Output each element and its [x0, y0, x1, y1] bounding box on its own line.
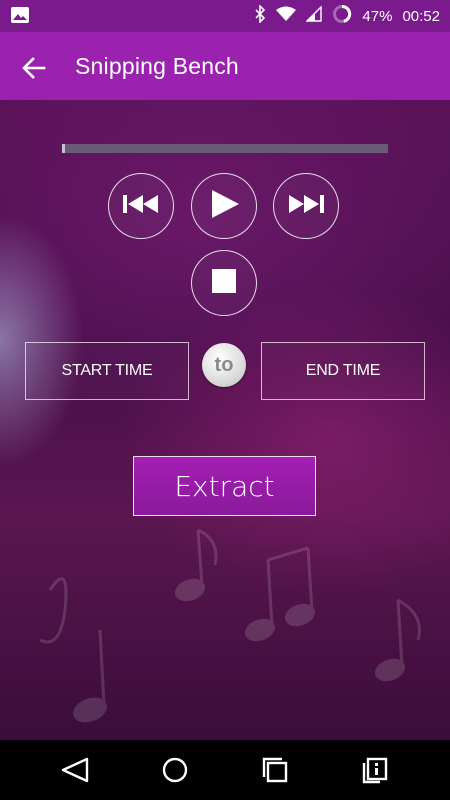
nav-menu-icon[interactable] [360, 755, 390, 785]
nav-home-icon[interactable] [160, 755, 190, 785]
app-bar: Snipping Bench [0, 32, 450, 100]
end-time-button[interactable]: END TIME [261, 342, 425, 400]
start-time-label: START TIME [61, 362, 153, 379]
fast-forward-icon [288, 194, 324, 219]
fast-forward-button[interactable] [273, 173, 339, 239]
end-time-label: END TIME [305, 362, 381, 379]
main-panel: START TIME to END TIME Extract [0, 100, 450, 740]
battery-percent: 47% [362, 7, 393, 25]
play-button[interactable] [191, 173, 257, 239]
music-notes-background [39, 528, 421, 723]
navigation-bar [0, 740, 450, 800]
start-time-button[interactable]: START TIME [25, 342, 189, 400]
bluetooth-icon [254, 4, 266, 27]
clock: 00:52 [402, 7, 440, 25]
arrow-back-icon[interactable] [20, 54, 48, 82]
play-icon [208, 189, 240, 224]
progress-bar[interactable] [62, 144, 388, 153]
stop-button[interactable] [191, 250, 257, 316]
page-title: Snipping Bench [75, 53, 239, 79]
to-label: to [214, 353, 234, 376]
extract-label: Extract [174, 469, 275, 503]
stop-icon [212, 268, 236, 298]
image-notification-icon [10, 6, 30, 29]
to-badge: to [202, 343, 246, 387]
extract-button[interactable]: Extract [133, 456, 316, 516]
rewind-icon [123, 194, 159, 219]
wifi-icon [276, 6, 297, 26]
battery-icon [332, 4, 352, 28]
nav-recents-icon[interactable] [260, 755, 290, 785]
nav-back-icon[interactable] [60, 755, 90, 785]
rewind-button[interactable] [108, 173, 174, 239]
status-bar: 47% 00:52 [0, 0, 450, 32]
signal-icon [305, 5, 323, 26]
